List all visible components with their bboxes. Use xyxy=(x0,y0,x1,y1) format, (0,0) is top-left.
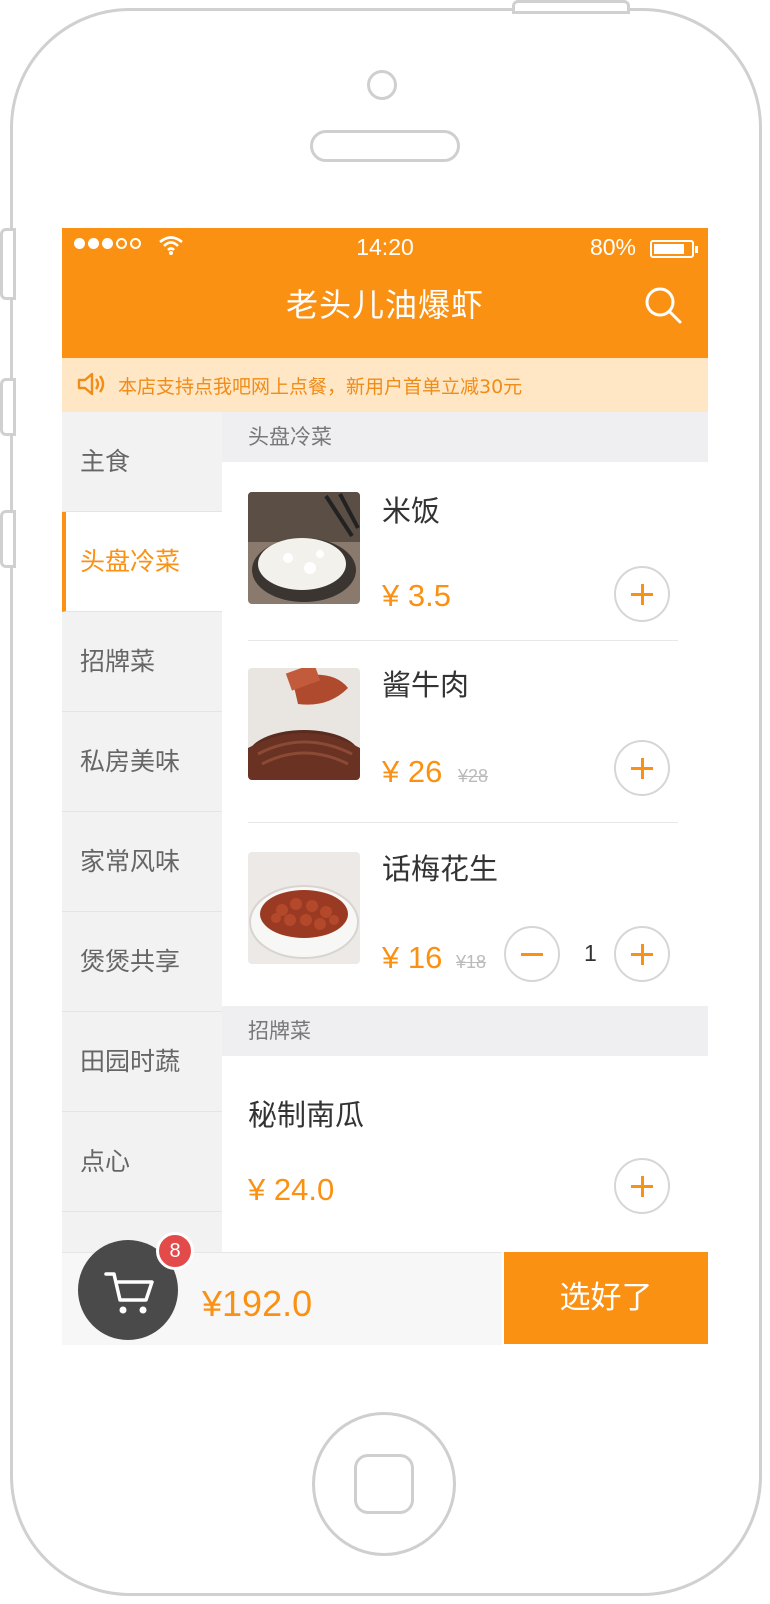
power-button xyxy=(512,0,630,14)
battery-percent: 80% xyxy=(589,234,636,260)
add-button[interactable] xyxy=(614,566,670,622)
sidebar-item-dim-sum[interactable]: 点心 xyxy=(62,1112,222,1212)
search-icon[interactable] xyxy=(642,284,684,326)
cart-bar: ¥192.0 选好了 8 xyxy=(62,1232,708,1372)
home-button-icon xyxy=(354,1454,414,1514)
dish-price: ¥ 24.0 xyxy=(248,1172,335,1207)
list-item[interactable]: 秘制南瓜 ¥ 24.0 xyxy=(222,1056,708,1252)
earpiece-speaker xyxy=(310,130,460,162)
cart-total: ¥192.0 xyxy=(202,1283,313,1324)
dish-image-braised-beef xyxy=(248,668,360,780)
dish-name: 秘制南瓜 xyxy=(248,1098,365,1132)
sidebar-item-signature[interactable]: 招牌菜 xyxy=(62,612,222,712)
speaker-icon xyxy=(77,372,105,396)
divider xyxy=(248,640,678,641)
list-item[interactable]: 话梅花生 ¥ 16 ¥18 1 xyxy=(222,822,708,1006)
status-bar: 14:20 80% xyxy=(62,228,708,268)
battery-icon xyxy=(650,240,698,258)
remove-button[interactable] xyxy=(504,926,560,982)
dish-price: ¥ 3.5 xyxy=(382,578,451,613)
list-item[interactable]: 酱牛肉 ¥ 26 ¥28 xyxy=(222,642,708,823)
dish-image-rice xyxy=(248,492,360,604)
dish-original-price: ¥28 xyxy=(458,766,489,786)
add-button[interactable] xyxy=(614,926,670,982)
add-button[interactable] xyxy=(614,1158,670,1214)
notice-text: 本店支持点我吧网上点餐，新用户首单立减30元 xyxy=(118,376,523,398)
category-sidebar: 主食 头盘冷菜 招牌菜 私房美味 家常风味 煲煲共享 田园时蔬 点心 xyxy=(62,412,222,1252)
front-camera xyxy=(367,70,397,100)
dish-original-price: ¥18 xyxy=(456,952,487,972)
page-title: 老头儿油爆虾 xyxy=(285,286,484,324)
sidebar-item-hotpot[interactable]: 煲煲共享 xyxy=(62,912,222,1012)
sidebar-item-vegetables[interactable]: 田园时蔬 xyxy=(62,1012,222,1112)
quantity-value: 1 xyxy=(584,940,597,966)
mute-switch xyxy=(0,228,16,300)
sidebar-item-home-style[interactable]: 家常风味 xyxy=(62,812,222,912)
dish-name: 米饭 xyxy=(382,494,441,528)
volume-up-button xyxy=(0,378,16,436)
sidebar-item-private-kitchen[interactable]: 私房美味 xyxy=(62,712,222,812)
dish-name: 酱牛肉 xyxy=(382,668,470,702)
sidebar-item-cold-appetizers[interactable]: 头盘冷菜 xyxy=(62,512,222,612)
dish-price: ¥ 16 xyxy=(382,940,443,975)
top-bar: 14:20 80% 老头儿油爆虾 xyxy=(62,228,708,358)
volume-down-button xyxy=(0,510,16,568)
app-screen: 14:20 80% 老头儿油爆虾 本店支持点我吧网上点餐，新用户首单立减30元 … xyxy=(62,228,708,1372)
add-button[interactable] xyxy=(614,740,670,796)
cart-count-badge: 8 xyxy=(156,1232,194,1270)
dish-list: 头盘冷菜 米饭 ¥ 3.5 酱牛肉 ¥ 26 ¥28 话梅花生 ¥ 16 ¥18… xyxy=(222,412,708,1252)
section-header: 头盘冷菜 xyxy=(222,412,708,462)
dish-image-plum-peanuts xyxy=(248,852,360,964)
dish-name: 话梅花生 xyxy=(382,852,499,886)
sidebar-item-staple[interactable]: 主食 xyxy=(62,412,222,512)
section-header: 招牌菜 xyxy=(222,1006,708,1056)
list-item[interactable]: 米饭 ¥ 3.5 xyxy=(222,462,708,642)
dish-price: ¥ 26 xyxy=(382,754,443,789)
notice-banner: 本店支持点我吧网上点餐，新用户首单立减30元 xyxy=(62,358,708,412)
checkout-button[interactable]: 选好了 xyxy=(504,1252,708,1344)
